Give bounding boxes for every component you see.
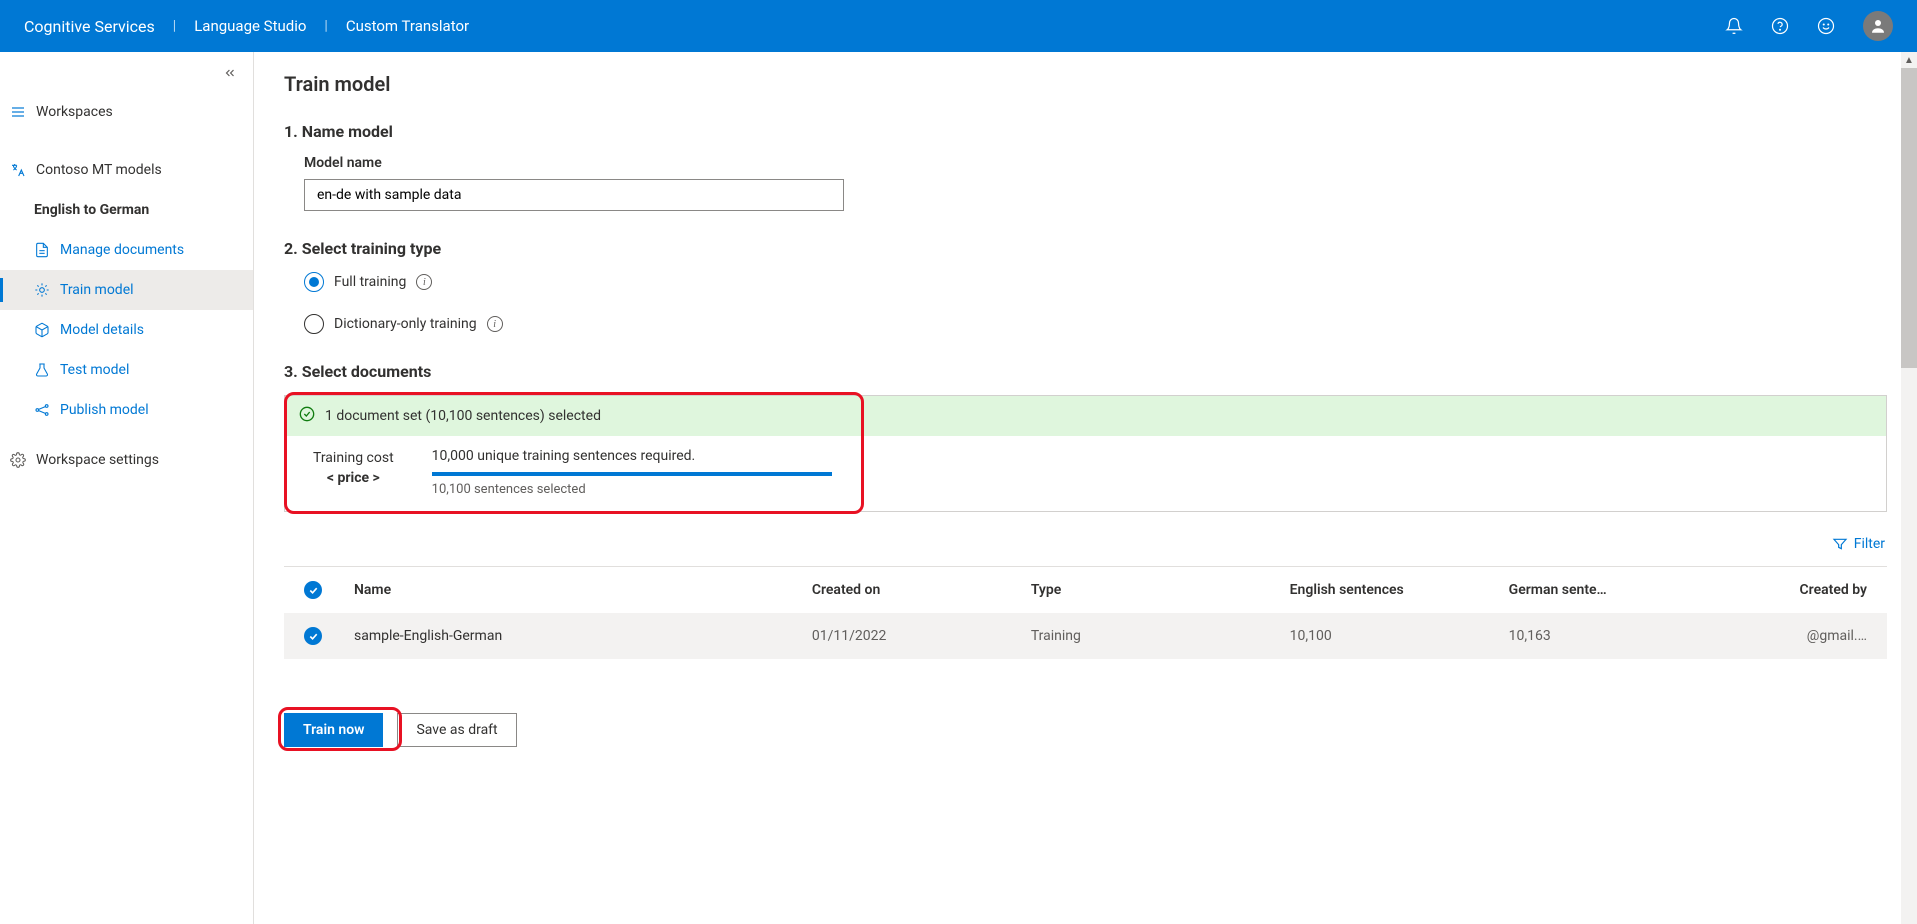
- cell-english: 10,100: [1290, 628, 1489, 644]
- select-all-checkbox[interactable]: [304, 581, 322, 599]
- nav-label: Workspaces: [36, 104, 113, 120]
- nav-label: Manage documents: [60, 242, 184, 258]
- header-actions: [1725, 11, 1893, 41]
- workspaces-icon: [10, 104, 26, 120]
- nav-test-model[interactable]: Test model: [0, 350, 253, 390]
- step-name-model: 1. Name model Model name: [284, 122, 1887, 211]
- breadcrumb-language-studio[interactable]: Language Studio: [176, 17, 324, 35]
- training-cost: Training cost < price >: [313, 448, 394, 486]
- selected-text: 10,100 sentences selected: [432, 482, 832, 497]
- progress-bar: [432, 472, 832, 476]
- table-header-row: Name Created on Type English sentences G…: [284, 567, 1887, 613]
- radio-label: Full training: [334, 274, 406, 290]
- sidebar: Workspaces Contoso MT models English to …: [0, 52, 254, 924]
- cell-type: Training: [1031, 628, 1270, 644]
- nav-model-details[interactable]: Model details: [0, 310, 253, 350]
- page-title: Train model: [284, 72, 1887, 96]
- train-now-button[interactable]: Train now: [284, 713, 383, 747]
- info-icon[interactable]: i: [487, 316, 503, 332]
- train-icon: [34, 282, 50, 298]
- cost-price: < price >: [313, 470, 394, 486]
- col-header-english[interactable]: English sentences: [1290, 582, 1489, 598]
- step-training-type: 2. Select training type Full training i …: [284, 239, 1887, 334]
- row-checkbox[interactable]: [304, 627, 322, 645]
- table-row[interactable]: sample-English-German 01/11/2022 Trainin…: [284, 613, 1887, 659]
- filter-label: Filter: [1854, 536, 1885, 552]
- radio-label: Dictionary-only training: [334, 316, 477, 332]
- radio-circle-icon: [304, 272, 324, 292]
- cell-created: 01/11/2022: [812, 628, 1011, 644]
- scroll-thumb[interactable]: [1901, 68, 1917, 368]
- breadcrumb-brand[interactable]: Cognitive Services: [24, 17, 173, 36]
- cell-name: sample-English-German: [354, 628, 792, 644]
- model-details-icon: [34, 322, 50, 338]
- radio-circle-icon: [304, 314, 324, 334]
- model-name-label: Model name: [284, 155, 1887, 171]
- selection-status-row: 1 document set (10,100 sentences) select…: [285, 396, 1886, 436]
- notifications-icon[interactable]: [1725, 17, 1743, 35]
- documents-table: Name Created on Type English sentences G…: [284, 566, 1887, 659]
- user-avatar[interactable]: [1863, 11, 1893, 41]
- nav-label: Train model: [60, 282, 134, 298]
- nav-manage-documents[interactable]: Manage documents: [0, 230, 253, 270]
- footer-actions: Train now Save as draft: [284, 687, 1887, 747]
- step2-heading: 2. Select training type: [284, 239, 1887, 258]
- nav-label: English to German: [34, 202, 149, 218]
- col-header-name[interactable]: Name: [354, 582, 792, 598]
- test-icon: [34, 362, 50, 378]
- col-header-createdby[interactable]: Created by: [1708, 582, 1867, 598]
- breadcrumb: Cognitive Services | Language Studio | C…: [24, 17, 487, 36]
- col-header-type[interactable]: Type: [1031, 582, 1270, 598]
- nav-label: Test model: [60, 362, 129, 378]
- cell-german: 10,163: [1509, 628, 1688, 644]
- selection-status-text: 1 document set (10,100 sentences) select…: [325, 408, 601, 424]
- collapse-sidebar-icon[interactable]: [223, 66, 237, 84]
- nav-label: Publish model: [60, 402, 149, 418]
- scroll-up-arrow-icon[interactable]: ▲: [1901, 52, 1917, 68]
- main-content: Train model 1. Name model Model name 2. …: [254, 52, 1917, 924]
- translation-icon: [10, 162, 26, 178]
- col-header-german[interactable]: German sente…: [1509, 582, 1688, 598]
- step1-heading: 1. Name model: [284, 122, 1887, 141]
- filter-button[interactable]: Filter: [1832, 536, 1885, 552]
- step-select-documents: 3. Select documents 1 document set (10,1…: [284, 362, 1887, 659]
- cost-label: Training cost: [313, 450, 394, 466]
- step3-heading: 3. Select documents: [284, 362, 1887, 381]
- sentence-progress: 10,000 unique training sentences require…: [432, 448, 832, 497]
- radio-full-training[interactable]: Full training i: [304, 272, 1887, 292]
- help-icon[interactable]: [1771, 17, 1789, 35]
- nav-workspace-settings[interactable]: Workspace settings: [0, 440, 253, 480]
- info-icon[interactable]: i: [416, 274, 432, 290]
- nav-train-model[interactable]: Train model: [0, 270, 253, 310]
- nav-workspaces[interactable]: Workspaces: [0, 92, 253, 132]
- documents-icon: [34, 242, 50, 258]
- save-draft-button[interactable]: Save as draft: [397, 713, 516, 747]
- publish-icon: [34, 402, 50, 418]
- radio-dictionary-training[interactable]: Dictionary-only training i: [304, 314, 1887, 334]
- col-header-created[interactable]: Created on: [812, 582, 1011, 598]
- nav-label: Model details: [60, 322, 144, 338]
- gear-icon: [10, 452, 26, 468]
- nav-label: Workspace settings: [36, 452, 159, 468]
- requirement-text: 10,000 unique training sentences require…: [432, 448, 832, 464]
- model-name-input[interactable]: [304, 179, 844, 211]
- selection-summary-banner: 1 document set (10,100 sentences) select…: [284, 395, 1887, 512]
- nav-label: Contoso MT models: [36, 162, 162, 178]
- check-circle-icon: [299, 406, 315, 426]
- nav-publish-model[interactable]: Publish model: [0, 390, 253, 430]
- nav-project-english-german[interactable]: English to German: [0, 190, 253, 230]
- feedback-icon[interactable]: [1817, 17, 1835, 35]
- app-header: Cognitive Services | Language Studio | C…: [0, 0, 1917, 52]
- nav-workspace-contoso[interactable]: Contoso MT models: [0, 150, 253, 190]
- vertical-scrollbar[interactable]: ▲: [1901, 52, 1917, 924]
- breadcrumb-custom-translator[interactable]: Custom Translator: [328, 17, 487, 35]
- cell-createdby: @gmail.…: [1708, 628, 1867, 644]
